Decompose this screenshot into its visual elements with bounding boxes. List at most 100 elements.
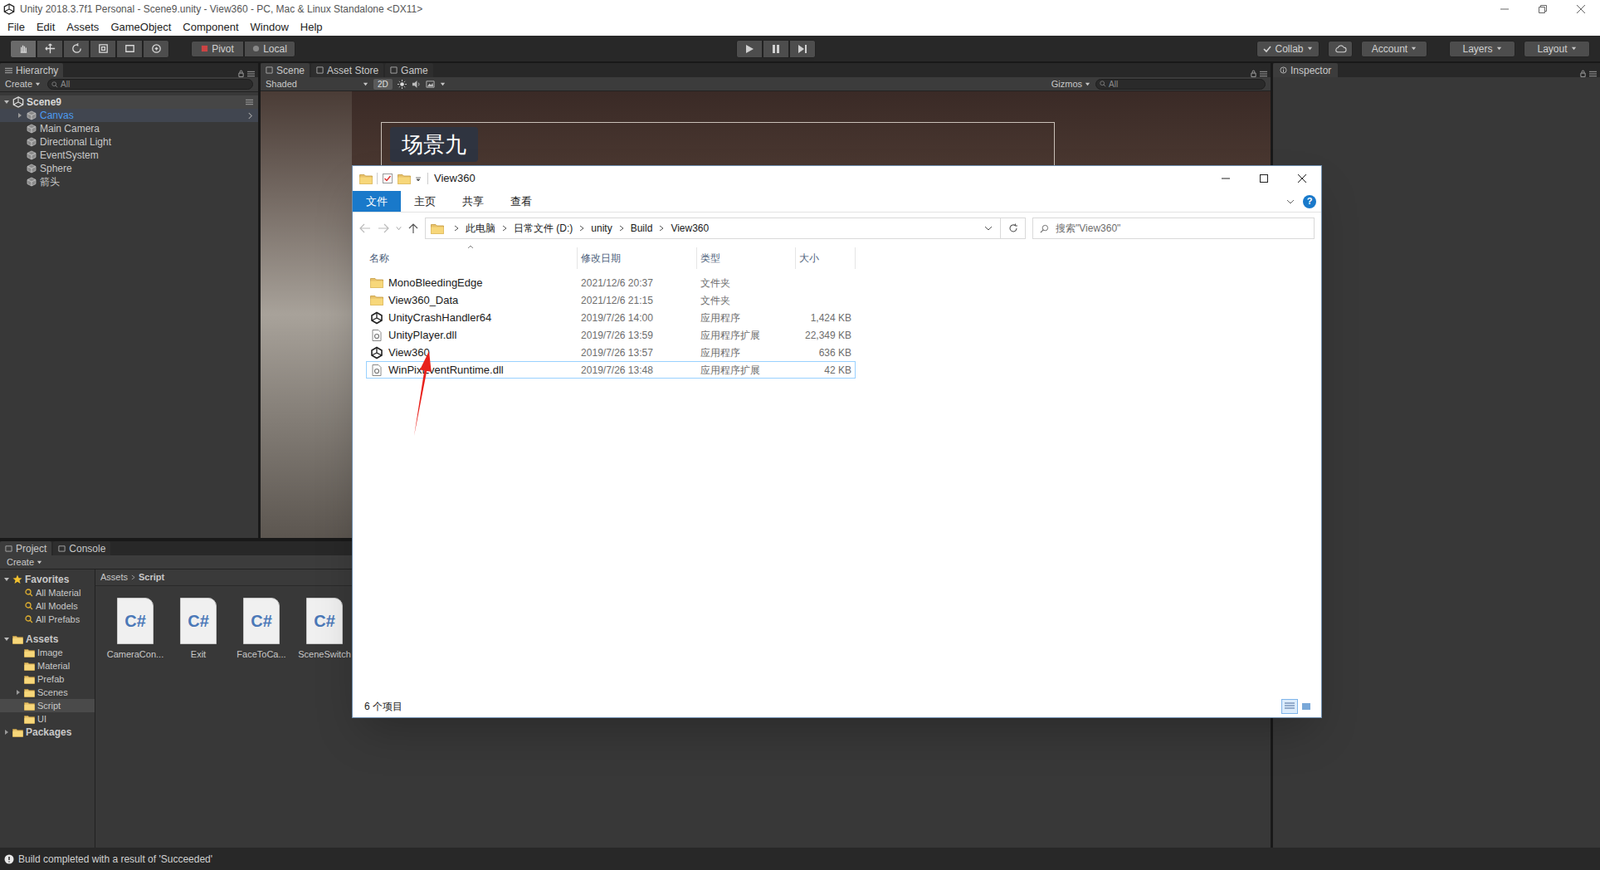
- scene-row[interactable]: Scene9: [0, 95, 259, 109]
- forward-icon[interactable]: [377, 223, 390, 234]
- help-button[interactable]: ?: [1302, 195, 1317, 209]
- cloud-button[interactable]: [1327, 40, 1353, 58]
- collapsed-arrow-icon[interactable]: [16, 112, 24, 119]
- tool-button[interactable]: [142, 39, 170, 59]
- asset-folder[interactable]: Image: [0, 645, 95, 659]
- favorites-header[interactable]: Favorites: [0, 572, 95, 586]
- script-file[interactable]: C#CameraCon...: [105, 597, 166, 662]
- refresh-icon[interactable]: [1008, 223, 1019, 234]
- lock-icon[interactable]: [1250, 69, 1257, 78]
- scene-tab[interactable]: Scene: [260, 63, 310, 78]
- menu-item[interactable]: Component: [176, 19, 244, 36]
- ribbon-tab[interactable]: 文件: [352, 190, 401, 212]
- ribbon-tab[interactable]: 查看: [497, 190, 546, 212]
- lock-icon[interactable]: [1580, 69, 1586, 78]
- breadcrumb-chevron-icon[interactable]: [502, 224, 508, 232]
- expand-ribbon-icon[interactable]: [1286, 199, 1295, 205]
- hierarchy-item[interactable]: Directional Light: [0, 135, 259, 149]
- tool-button[interactable]: [36, 39, 64, 59]
- pause-button[interactable]: [762, 39, 790, 59]
- column-header-cell[interactable]: 名称: [365, 247, 578, 269]
- breadcrumb-chevron-icon[interactable]: [658, 224, 664, 232]
- hierarchy-search[interactable]: All: [47, 78, 254, 90]
- column-header-cell[interactable]: 大小: [795, 247, 856, 269]
- hierarchy-item[interactable]: Main Camera: [0, 121, 259, 136]
- create-dropdown[interactable]: Create: [4, 77, 41, 92]
- file-row[interactable]: UnityCrashHandler642019/7/26 14:00应用程序1,…: [365, 308, 856, 327]
- restore-button[interactable]: [1523, 0, 1562, 19]
- mode-2d-toggle[interactable]: 2D: [373, 78, 393, 90]
- asset-folder[interactable]: Script: [0, 698, 95, 713]
- lock-icon[interactable]: [238, 69, 244, 78]
- hierarchy-item[interactable]: Sphere: [0, 161, 259, 176]
- scene-search[interactable]: All: [1095, 78, 1266, 90]
- tool-button[interactable]: [63, 39, 90, 59]
- breadcrumb-chevron-icon[interactable]: [579, 224, 585, 232]
- explorer-close-button[interactable]: [1282, 165, 1322, 191]
- breadcrumb-item[interactable]: Build: [630, 220, 654, 236]
- play-button[interactable]: [736, 39, 763, 59]
- local-toggle[interactable]: Local: [243, 40, 296, 58]
- explorer-maximize-button[interactable]: [1244, 165, 1283, 191]
- project-tab[interactable]: Project: [0, 541, 52, 556]
- project-tab[interactable]: Console: [53, 541, 111, 556]
- close-button[interactable]: [1561, 0, 1600, 19]
- menu-item[interactable]: File: [1, 19, 31, 36]
- address-dropdown-icon[interactable]: [984, 225, 993, 231]
- account-button[interactable]: Account: [1360, 40, 1428, 58]
- favorite-item[interactable]: All Models: [0, 599, 95, 613]
- minimize-button[interactable]: [1485, 0, 1524, 19]
- large-icons-view-button[interactable]: [1297, 698, 1315, 714]
- script-file[interactable]: C#SceneSwitch: [294, 597, 355, 662]
- properties-icon[interactable]: [381, 172, 394, 185]
- asset-folder[interactable]: Scenes: [0, 685, 95, 699]
- menu-item[interactable]: GameObject: [104, 19, 177, 36]
- breadcrumb-chevron-icon[interactable]: [619, 224, 625, 232]
- scene-menu-icon[interactable]: [245, 98, 254, 106]
- hierarchy-item[interactable]: 箭头: [0, 175, 259, 189]
- script-file[interactable]: C#FaceToCa...: [231, 597, 292, 662]
- audio-icon[interactable]: [411, 79, 421, 89]
- breadcrumb-item[interactable]: unity: [590, 220, 612, 236]
- file-row[interactable]: View360_Data2021/12/6 21:15文件夹: [365, 291, 856, 309]
- breadcrumb-item[interactable]: 此电脑: [465, 220, 496, 236]
- quick-access-dropdown-icon[interactable]: [414, 175, 422, 182]
- pivot-toggle[interactable]: Pivot: [190, 40, 244, 58]
- hierarchy-item[interactable]: EventSystem: [0, 148, 259, 162]
- create-dropdown[interactable]: Create: [6, 555, 43, 570]
- breadcrumb-item[interactable]: Assets: [100, 570, 128, 585]
- ribbon-tab[interactable]: 共享: [448, 190, 498, 212]
- layout-button[interactable]: Layout: [1523, 40, 1591, 58]
- assets-header[interactable]: Assets: [0, 632, 95, 646]
- menu-item[interactable]: Help: [294, 19, 329, 36]
- panel-menu-icon[interactable]: [1259, 70, 1268, 78]
- breadcrumb-chevron-icon[interactable]: [453, 224, 459, 232]
- inspector-tab[interactable]: Inspector: [1273, 63, 1338, 78]
- gizmos-dropdown[interactable]: Gizmos: [1051, 77, 1091, 92]
- back-icon[interactable]: [359, 223, 371, 234]
- up-icon[interactable]: [408, 222, 419, 235]
- breadcrumb-item[interactable]: 日常文件 (D:): [513, 220, 573, 236]
- breadcrumb-item[interactable]: View360: [670, 220, 709, 236]
- asset-folder[interactable]: UI: [0, 712, 95, 726]
- column-header-cell[interactable]: 类型: [697, 247, 796, 269]
- scene-tab[interactable]: Game: [385, 63, 434, 78]
- file-row[interactable]: View3602019/7/26 13:57应用程序636 KB: [365, 343, 856, 361]
- menu-item[interactable]: Window: [244, 19, 295, 36]
- collapsed-arrow-icon[interactable]: [14, 688, 22, 696]
- lighting-icon[interactable]: [397, 79, 407, 89]
- tool-button[interactable]: [9, 39, 37, 59]
- panel-menu-icon[interactable]: [1589, 70, 1597, 78]
- hierarchy-tab[interactable]: Hierarchy: [0, 63, 64, 78]
- tool-button[interactable]: [89, 39, 117, 59]
- file-row[interactable]: MonoBleedingEdge2021/12/6 20:37文件夹: [365, 273, 856, 292]
- step-button[interactable]: [789, 39, 816, 59]
- effects-icon[interactable]: [425, 79, 435, 89]
- open-prefab-arrow-icon[interactable]: [247, 112, 254, 120]
- recent-dropdown-icon[interactable]: [395, 225, 402, 231]
- favorite-item[interactable]: All Material: [0, 585, 95, 600]
- scene-tab[interactable]: Asset Store: [311, 63, 384, 78]
- script-file[interactable]: C#Exit: [168, 597, 229, 662]
- file-row[interactable]: WinPixEventRuntime.dll2019/7/26 13:48应用程…: [365, 360, 856, 379]
- asset-folder[interactable]: Material: [0, 658, 95, 673]
